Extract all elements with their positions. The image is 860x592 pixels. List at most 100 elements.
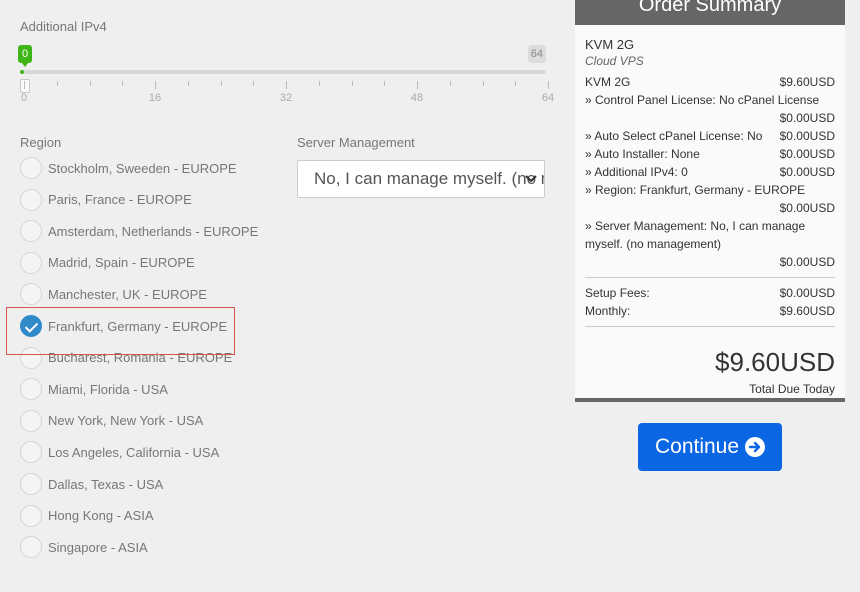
slider-tick: [122, 81, 124, 86]
arrow-circle-right-icon: [745, 437, 766, 457]
slider-tick: [89, 81, 91, 86]
region-option[interactable]: Miami, Florida - USA: [20, 377, 168, 401]
region-option[interactable]: Los Angeles, California - USA: [20, 440, 219, 464]
slider-tick: [548, 81, 549, 89]
setup-fees-line: Setup Fees: $0.00USD: [585, 284, 835, 302]
summary-option-label: » Control Panel License: No cPanel Licen…: [585, 93, 820, 107]
slider-fill: [20, 70, 24, 74]
radio-icon[interactable]: [20, 251, 42, 274]
slider-tick: [482, 81, 484, 86]
region-option-label: Hong Kong - ASIA: [48, 508, 154, 524]
ipv4-slider[interactable]: 0 64 0 16 32 48 64: [18, 44, 554, 104]
radio-icon[interactable]: [20, 536, 42, 559]
base-line-label: KVM 2G: [585, 75, 631, 89]
summary-option-label: » Region: Frankfurt, Germany - EUROPE: [585, 183, 806, 197]
radio-icon[interactable]: [20, 220, 42, 243]
slider-tick: [318, 81, 320, 86]
region-option-label: Miami, Florida - USA: [48, 381, 168, 397]
server-management-select[interactable]: No, I can manage myself. (no management): [297, 160, 545, 198]
summary-option-price: $0.00USD: [779, 147, 835, 161]
region-option-label: Dallas, Texas - USA: [48, 476, 164, 492]
order-summary-panel: KVM 2G Cloud VPS KVM 2G $9.60USD » Contr…: [575, 25, 845, 402]
slider-tick-label: 48: [410, 92, 424, 104]
region-option-label: Singapore - ASIA: [48, 539, 148, 555]
radio-icon[interactable]: [20, 409, 42, 432]
region-option[interactable]: New York, New York - USA: [20, 409, 203, 433]
slider-tick: [351, 81, 353, 86]
region-option-label: Amsterdam, Netherlands - EUROPE: [48, 223, 259, 239]
region-label: Region: [20, 135, 62, 150]
product-name: KVM 2G: [585, 37, 635, 52]
region-option[interactable]: Paris, France - EUROPE: [20, 188, 192, 212]
slider-min-bubble: 0: [18, 45, 32, 67]
radio-icon[interactable]: [20, 378, 42, 401]
summary-option-label: » Server Management: No, I can manage my…: [585, 219, 806, 251]
chevron-down-icon: [525, 175, 537, 183]
slider-tick-label: 0: [20, 92, 28, 104]
slider-tick: [384, 81, 386, 86]
region-option-label: Madrid, Spain - EUROPE: [48, 255, 195, 271]
summary-option-price: $0.00USD: [779, 129, 835, 143]
region-option-label: Los Angeles, California - USA: [48, 444, 220, 460]
summary-option-price: $0.00USD: [779, 255, 835, 269]
slider-max-bubble: 64: [527, 45, 546, 63]
radio-icon[interactable]: [20, 157, 42, 179]
region-option[interactable]: Amsterdam, Netherlands - EUROPE: [20, 219, 258, 243]
server-management-value: No, I can manage myself. (no management): [314, 169, 544, 188]
region-option-label: New York, New York - USA: [48, 413, 204, 429]
summary-divider: [585, 277, 835, 278]
summary-option-price: $0.00USD: [779, 111, 835, 125]
radio-icon[interactable]: [20, 441, 42, 464]
base-line: KVM 2G $9.60USD: [585, 73, 835, 91]
continue-button[interactable]: Continue: [638, 423, 782, 471]
region-option-label: Paris, France - EUROPE: [48, 192, 192, 208]
base-line-price: $9.60USD: [779, 75, 835, 89]
monthly-line: Monthly: $9.60USD: [585, 302, 835, 320]
slider-tick: [449, 81, 451, 86]
slider-tick: [24, 81, 25, 89]
region-option-label: Manchester, UK - EUROPE: [48, 286, 207, 302]
slider-tick: [187, 81, 189, 86]
region-option[interactable]: Madrid, Spain - EUROPE: [20, 251, 195, 275]
slider-tick-label: 16: [148, 92, 162, 104]
ipv4-label: Additional IPv4: [20, 19, 107, 34]
region-option[interactable]: Manchester, UK - EUROPE: [20, 282, 207, 306]
region-option-label: Stockholm, Sweeden - EUROPE: [48, 160, 237, 176]
summary-option-line: » Additional IPv4: 0 $0.00USD: [585, 163, 835, 181]
radio-icon[interactable]: [20, 283, 42, 306]
selection-highlight: [6, 307, 235, 355]
slider-tick-label: 64: [541, 92, 555, 104]
setup-fees-price: $0.00USD: [779, 286, 835, 300]
product-group: Cloud VPS: [585, 54, 644, 68]
summary-option-label: » Auto Installer: None: [585, 147, 700, 161]
slider-tick: [286, 81, 287, 89]
order-summary-header: Order Summary: [575, 0, 845, 25]
slider-tick: [417, 81, 418, 89]
slider-tick: [155, 81, 156, 89]
radio-icon[interactable]: [20, 188, 42, 211]
slider-tick: [253, 81, 255, 86]
summary-option-price: $0.00USD: [779, 165, 835, 179]
region-option[interactable]: Hong Kong - ASIA: [20, 504, 154, 528]
radio-icon[interactable]: [20, 504, 42, 527]
continue-label: Continue: [654, 435, 740, 458]
summary-option-line: » Auto Installer: None $0.00USD: [585, 145, 835, 163]
region-option[interactable]: Dallas, Texas - USA: [20, 472, 163, 496]
summary-option-line: » Auto Select cPanel License: No $0.00USD: [585, 127, 835, 145]
slider-tick: [515, 81, 517, 86]
summary-option-price: $0.00USD: [779, 201, 835, 215]
slider-track[interactable]: [20, 70, 546, 74]
server-management-label: Server Management: [297, 135, 415, 150]
slider-tick: [220, 81, 222, 86]
slider-handle[interactable]: [20, 79, 30, 93]
total-due-label: Total Due Today: [749, 382, 835, 396]
radio-icon[interactable]: [20, 473, 42, 495]
slider-tick-label: 32: [279, 92, 293, 104]
slider-tick: [56, 81, 58, 86]
summary-option-label: » Auto Select cPanel License: No: [585, 129, 763, 143]
region-option[interactable]: Singapore - ASIA: [20, 535, 148, 559]
monthly-price: $9.60USD: [779, 304, 835, 318]
region-option[interactable]: Stockholm, Sweeden - EUROPE: [20, 156, 237, 180]
monthly-label: Monthly:: [585, 304, 631, 318]
summary-divider: [585, 326, 835, 327]
